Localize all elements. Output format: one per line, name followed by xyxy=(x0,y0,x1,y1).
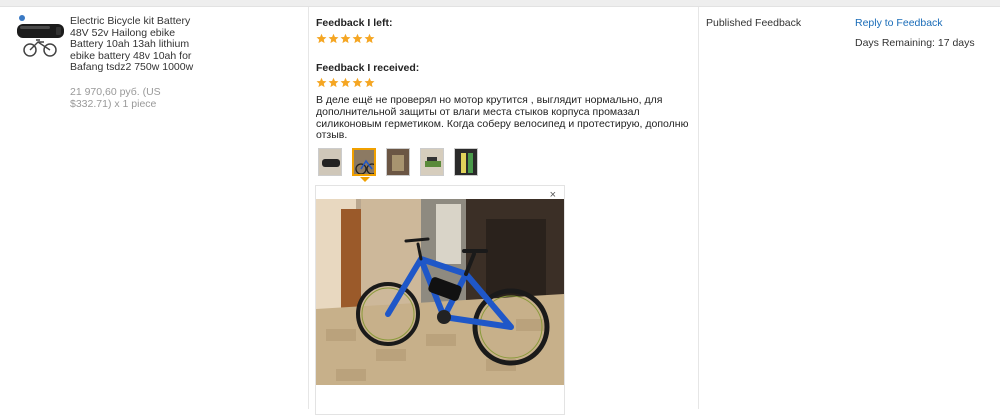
top-separator-bar xyxy=(0,0,1000,7)
star-icon xyxy=(364,77,375,88)
column-divider xyxy=(308,7,309,409)
photo-thumbnail[interactable] xyxy=(352,148,376,176)
star-icon xyxy=(328,77,339,88)
days-remaining: Days Remaining: 17 days xyxy=(855,37,975,49)
photo-thumbnail[interactable] xyxy=(454,148,478,176)
star-icon xyxy=(316,33,327,44)
product-price: 21 970,60 руб. (US $332.71) x 1 piece xyxy=(70,86,161,110)
star-icon xyxy=(352,77,363,88)
feedback-received-stars xyxy=(316,77,375,88)
product-thumbnail[interactable] xyxy=(14,14,66,66)
feedback-status: Published Feedback xyxy=(706,17,802,29)
review-text: В деле ещё не проверял но мотор крутится… xyxy=(316,94,689,142)
feedback-left-stars xyxy=(316,33,375,44)
photo-thumbnail[interactable] xyxy=(420,148,444,176)
star-icon xyxy=(364,33,375,44)
photo-thumbnail[interactable] xyxy=(318,148,342,176)
reply-to-feedback-link[interactable]: Reply to Feedback xyxy=(855,17,943,29)
star-icon xyxy=(340,33,351,44)
column-divider xyxy=(698,7,699,409)
bicycle-battery-icon xyxy=(17,15,64,57)
photo-preview-panel: × xyxy=(315,185,565,415)
active-thumbnail-caret xyxy=(360,177,370,182)
star-icon xyxy=(316,77,327,88)
photo-thumbnails xyxy=(318,148,478,176)
bicycle-photo xyxy=(316,199,564,385)
product-title[interactable]: Electric Bicycle kit Battery 48V 52v Hai… xyxy=(70,15,210,74)
feedback-received-heading: Feedback I received: xyxy=(316,62,420,74)
star-icon xyxy=(340,77,351,88)
photo-thumbnail[interactable] xyxy=(386,148,410,176)
star-icon xyxy=(328,33,339,44)
star-icon xyxy=(352,33,363,44)
feedback-left-heading: Feedback I left: xyxy=(316,17,393,29)
